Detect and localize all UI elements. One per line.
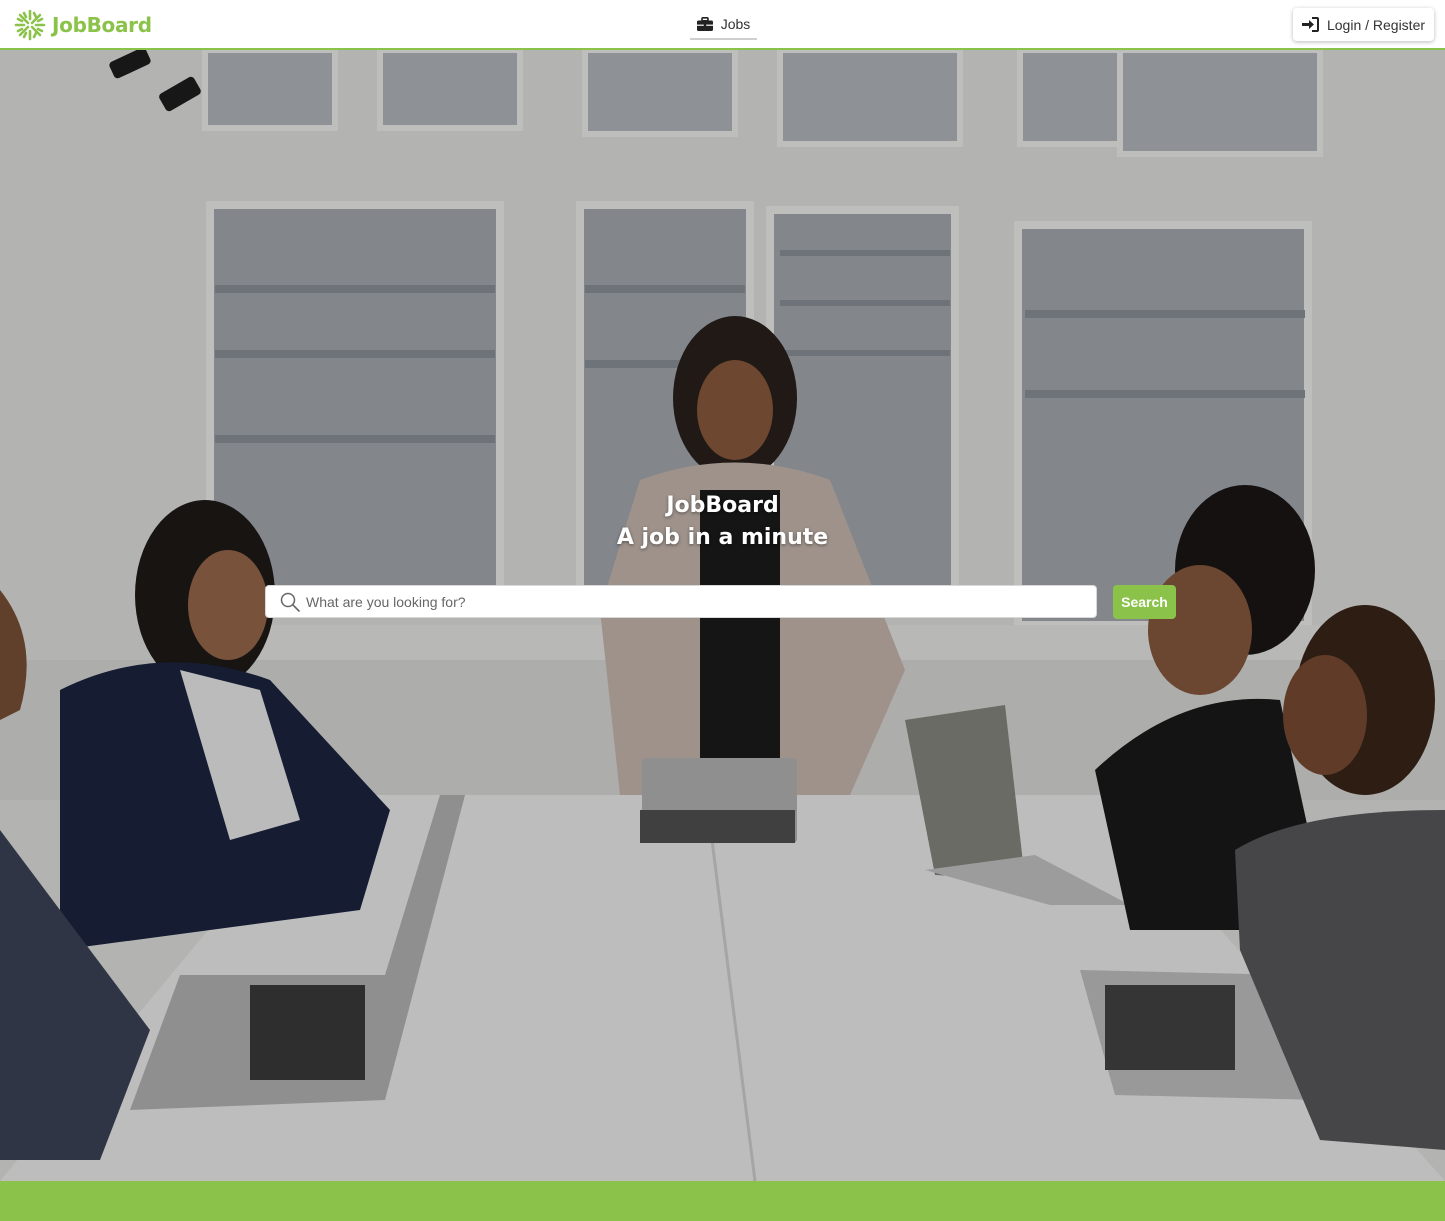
search-input[interactable] (306, 586, 1086, 617)
footer-band (0, 1181, 1445, 1221)
briefcase-icon (696, 17, 713, 31)
search-button[interactable]: Search (1113, 585, 1176, 619)
login-register-button[interactable]: Login / Register (1293, 8, 1434, 41)
hero-subtitle: A job in a minute (616, 525, 829, 550)
jobboard-logo-icon (14, 9, 46, 41)
top-navbar: JobBoard Jobs Login / Register (0, 0, 1445, 50)
brand-name: JobBoard (52, 13, 152, 37)
nav-jobs-link[interactable]: Jobs (690, 10, 757, 40)
search-icon (280, 592, 300, 612)
hero-title: JobBoard (666, 493, 779, 518)
brand-logo[interactable]: JobBoard (14, 9, 152, 41)
search-box (265, 585, 1097, 618)
hero-section: JobBoard A job in a minute Search (0, 50, 1445, 1181)
login-register-label: Login / Register (1326, 16, 1426, 33)
sign-in-icon (1301, 17, 1319, 32)
nav-jobs-label: Jobs (720, 16, 751, 32)
